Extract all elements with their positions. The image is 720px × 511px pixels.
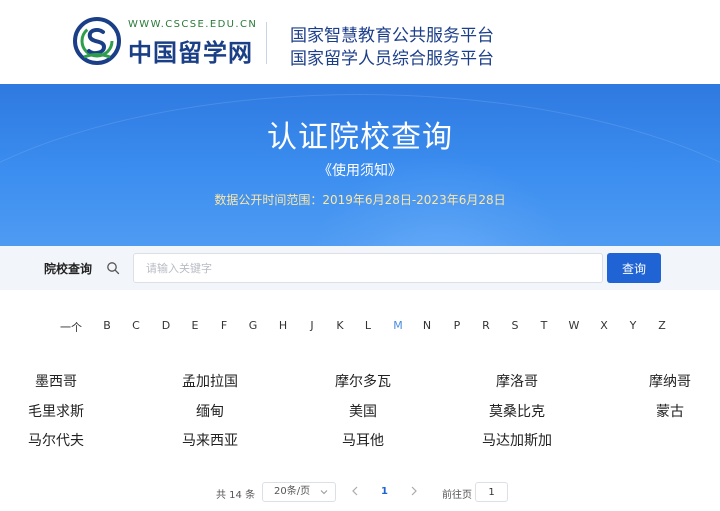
- site-header: WWW.CSCSE.EDU.CN 中国留学网 国家智慧教育公共服务平台 国家留学…: [0, 0, 720, 84]
- platform-name-1: 国家智慧教育公共服务平台: [290, 26, 494, 46]
- letter-filter-s[interactable]: S: [505, 319, 525, 332]
- cscse-logo-icon[interactable]: [72, 16, 122, 66]
- country-link[interactable]: 墨西哥: [35, 371, 77, 391]
- next-page-icon[interactable]: [409, 485, 419, 497]
- usage-notice-link[interactable]: 《使用须知》: [0, 160, 720, 180]
- letter-filter-f[interactable]: F: [214, 319, 234, 332]
- letter-filter-g[interactable]: G: [243, 319, 263, 332]
- country-link[interactable]: 毛里求斯: [28, 401, 84, 421]
- total-count: 共 14 条: [216, 490, 256, 501]
- letter-filter-x[interactable]: X: [594, 319, 614, 332]
- search-button[interactable]: 查询: [607, 253, 661, 283]
- country-link[interactable]: 孟加拉国: [182, 371, 238, 391]
- search-label: 院校查询: [44, 262, 93, 276]
- country-link[interactable]: 莫桑比克: [489, 401, 545, 421]
- country-link[interactable]: 蒙古: [656, 401, 684, 421]
- date-range-text: 数据公开时间范围：2019年6月28日-2023年6月28日: [214, 193, 506, 207]
- site-url: WWW.CSCSE.EDU.CN: [128, 19, 258, 30]
- letter-filter-j[interactable]: J: [302, 319, 322, 332]
- letter-filter-all[interactable]: 一个: [57, 319, 85, 335]
- letter-filter-e[interactable]: E: [185, 319, 205, 332]
- page-size-value: 20条/页: [274, 486, 311, 497]
- search-bar: 院校查询 查询: [0, 246, 720, 290]
- country-link[interactable]: 缅甸: [196, 401, 224, 421]
- search-input[interactable]: [133, 253, 603, 283]
- goto-label: 前往页: [442, 490, 472, 501]
- country-link[interactable]: 摩尔多瓦: [335, 371, 391, 391]
- search-icon: [107, 262, 120, 275]
- letter-filter-w[interactable]: W: [564, 319, 584, 332]
- platform-name-2: 国家留学人员综合服务平台: [290, 49, 494, 69]
- letter-filter-y[interactable]: Y: [623, 319, 643, 332]
- chevron-down-icon: [320, 490, 328, 495]
- letter-filter-n[interactable]: N: [417, 319, 437, 332]
- country-link[interactable]: 马达加斯加: [482, 430, 552, 450]
- hero-banner: 认证院校查询 《使用须知》 数据公开时间范围：2019年6月28日-2023年6…: [0, 84, 720, 246]
- country-link[interactable]: 马耳他: [342, 430, 384, 450]
- country-link[interactable]: 马来西亚: [182, 430, 238, 450]
- country-link[interactable]: 美国: [349, 401, 377, 421]
- page-title: 认证院校查询: [267, 120, 453, 155]
- letter-filter-k[interactable]: K: [330, 319, 350, 332]
- letter-filter-b[interactable]: B: [97, 319, 117, 332]
- letter-filter-d[interactable]: D: [156, 319, 176, 332]
- country-link[interactable]: 马尔代夫: [28, 430, 84, 450]
- letter-index: 一个 B C D E F G H J K L M N P R S T W X Y Z: [58, 319, 678, 335]
- letter-filter-r[interactable]: R: [476, 319, 496, 332]
- letter-filter-t[interactable]: T: [534, 319, 554, 332]
- letter-filter-h[interactable]: H: [273, 319, 293, 332]
- letter-filter-p[interactable]: P: [447, 319, 467, 332]
- site-name[interactable]: 中国留学网: [128, 33, 253, 68]
- header-divider: [266, 22, 267, 64]
- country-link[interactable]: 摩洛哥: [496, 371, 538, 391]
- country-link[interactable]: 摩纳哥: [649, 371, 691, 391]
- letter-filter-m[interactable]: M: [388, 319, 408, 332]
- page-size-select[interactable]: 20条/页: [262, 482, 336, 502]
- letter-filter-z[interactable]: Z: [652, 319, 672, 332]
- letter-filter-l[interactable]: L: [358, 319, 378, 332]
- prev-page-icon[interactable]: [350, 485, 360, 497]
- current-page[interactable]: 1: [381, 486, 388, 497]
- goto-page-input[interactable]: [475, 482, 508, 502]
- letter-filter-c[interactable]: C: [126, 319, 146, 332]
